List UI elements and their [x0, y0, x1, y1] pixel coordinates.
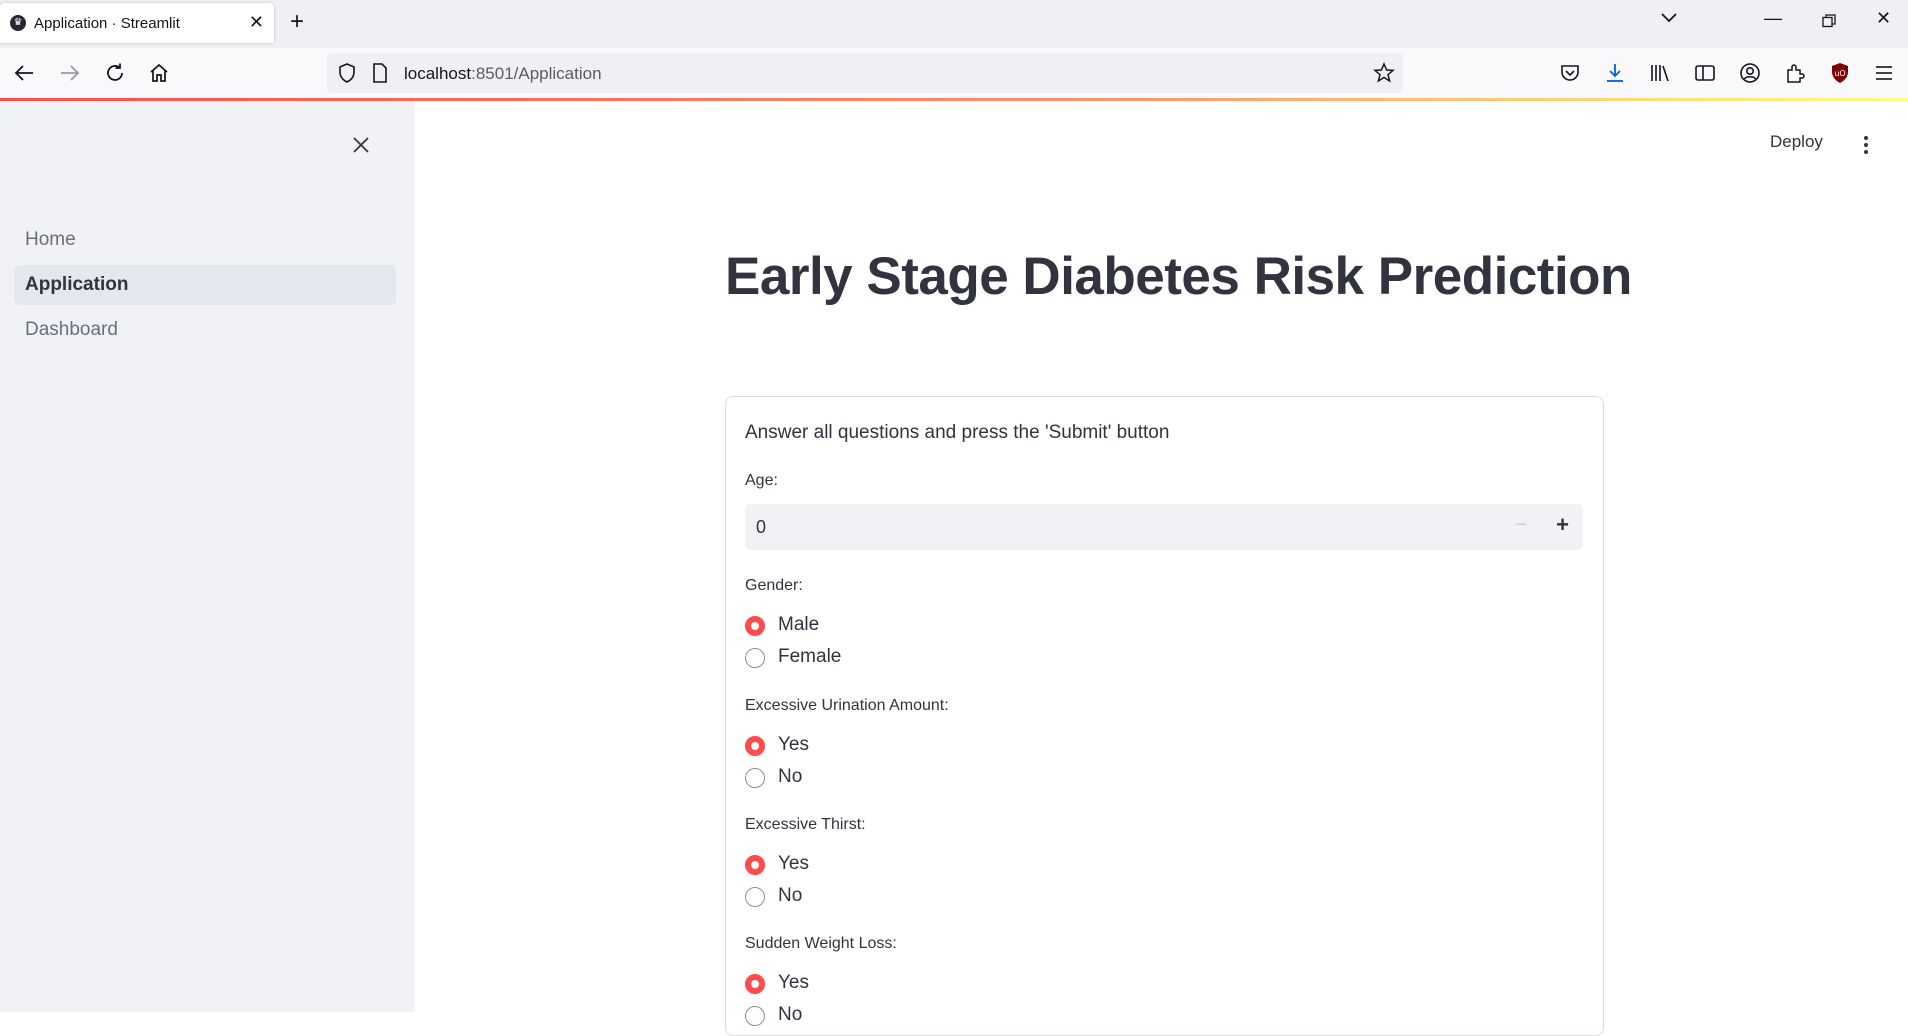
radio-label: No	[778, 766, 803, 787]
gender-label: Gender:	[745, 577, 803, 594]
radio-checked-icon[interactable]	[745, 736, 765, 756]
age-number-input[interactable]: 0 − +	[745, 504, 1583, 550]
address-bar[interactable]: localhost:8501/Application	[327, 53, 1403, 93]
url-path: :8501/Application	[471, 64, 602, 83]
streamlit-favicon-icon: ♛	[10, 15, 26, 31]
radio-checked-icon[interactable]	[745, 974, 765, 994]
url-host: localhost	[404, 64, 472, 83]
radio-unchecked-icon[interactable]	[745, 768, 765, 788]
bookmark-star-icon[interactable]	[1373, 62, 1395, 84]
close-window-icon[interactable]: ✕	[1876, 8, 1891, 29]
page-info-icon[interactable]	[372, 63, 388, 83]
ublock-origin-icon[interactable]: uO	[1828, 61, 1852, 85]
weight-loss-label: Sudden Weight Loss:	[745, 935, 897, 952]
main-menu-kebab-icon[interactable]	[1862, 135, 1870, 155]
extensions-icon[interactable]	[1783, 61, 1807, 85]
radio-label: No	[778, 1004, 803, 1025]
radio-unchecked-icon[interactable]	[745, 1006, 765, 1026]
library-icon[interactable]	[1648, 61, 1672, 85]
minimize-icon[interactable]: —	[1764, 8, 1782, 29]
close-sidebar-icon[interactable]	[350, 134, 372, 156]
radio-label: Female	[778, 646, 842, 667]
tab-title: Application · Streamlit	[34, 15, 180, 32]
sidebar-item-dashboard[interactable]: Dashboard	[14, 310, 396, 350]
sidebar-item-home[interactable]: Home	[14, 220, 396, 260]
pocket-icon[interactable]	[1558, 61, 1582, 85]
downloads-icon[interactable]	[1603, 61, 1627, 85]
home-icon[interactable]	[147, 61, 171, 85]
page-title: Early Stage Diabetes Risk Prediction	[725, 247, 1632, 306]
radio-checked-icon[interactable]	[745, 855, 765, 875]
thirst-label: Excessive Thirst:	[745, 816, 866, 833]
list-all-tabs-icon[interactable]	[1660, 10, 1678, 24]
radio-label: Yes	[778, 853, 809, 874]
radio-label: Yes	[778, 734, 809, 755]
sidebar-toggle-icon[interactable]	[1693, 61, 1717, 85]
age-value[interactable]: 0	[756, 517, 766, 538]
radio-checked-icon[interactable]	[745, 616, 765, 636]
svg-text:uO: uO	[1834, 69, 1845, 78]
form-instructions: Answer all questions and press the 'Subm…	[745, 422, 1170, 443]
deploy-button[interactable]: Deploy	[1770, 132, 1823, 152]
age-increment-button[interactable]: +	[1556, 512, 1569, 538]
urination-label: Excessive Urination Amount:	[745, 697, 949, 714]
back-icon[interactable]	[12, 61, 36, 85]
shield-icon[interactable]	[337, 62, 357, 84]
new-tab-icon[interactable]: +	[290, 8, 304, 36]
restore-icon[interactable]	[1822, 14, 1836, 28]
account-icon[interactable]	[1738, 61, 1762, 85]
reload-icon[interactable]	[103, 61, 127, 85]
browser-toolbar: localhost:8501/Application uO	[0, 48, 1908, 98]
browser-tab-bar: ♛ Application · Streamlit ✕ + — ✕	[0, 0, 1908, 48]
tab-close-icon[interactable]: ✕	[249, 12, 264, 33]
browser-tab[interactable]: ♛ Application · Streamlit ✕	[0, 3, 274, 43]
url-text[interactable]: localhost:8501/Application	[404, 64, 602, 84]
radio-label: Yes	[778, 972, 809, 993]
radio-label: Male	[778, 614, 820, 635]
radio-unchecked-icon[interactable]	[745, 648, 765, 668]
radio-unchecked-icon[interactable]	[745, 887, 765, 907]
radio-label: No	[778, 885, 803, 906]
age-label: Age:	[745, 472, 778, 489]
menu-hamburger-icon[interactable]	[1872, 61, 1896, 85]
sidebar-item-application[interactable]: Application	[14, 265, 396, 305]
age-decrement-button[interactable]: −	[1515, 514, 1527, 537]
prediction-form: Answer all questions and press the 'Subm…	[725, 396, 1604, 1036]
sidebar: Home Application Dashboard	[0, 101, 415, 1012]
forward-icon[interactable]	[58, 61, 82, 85]
